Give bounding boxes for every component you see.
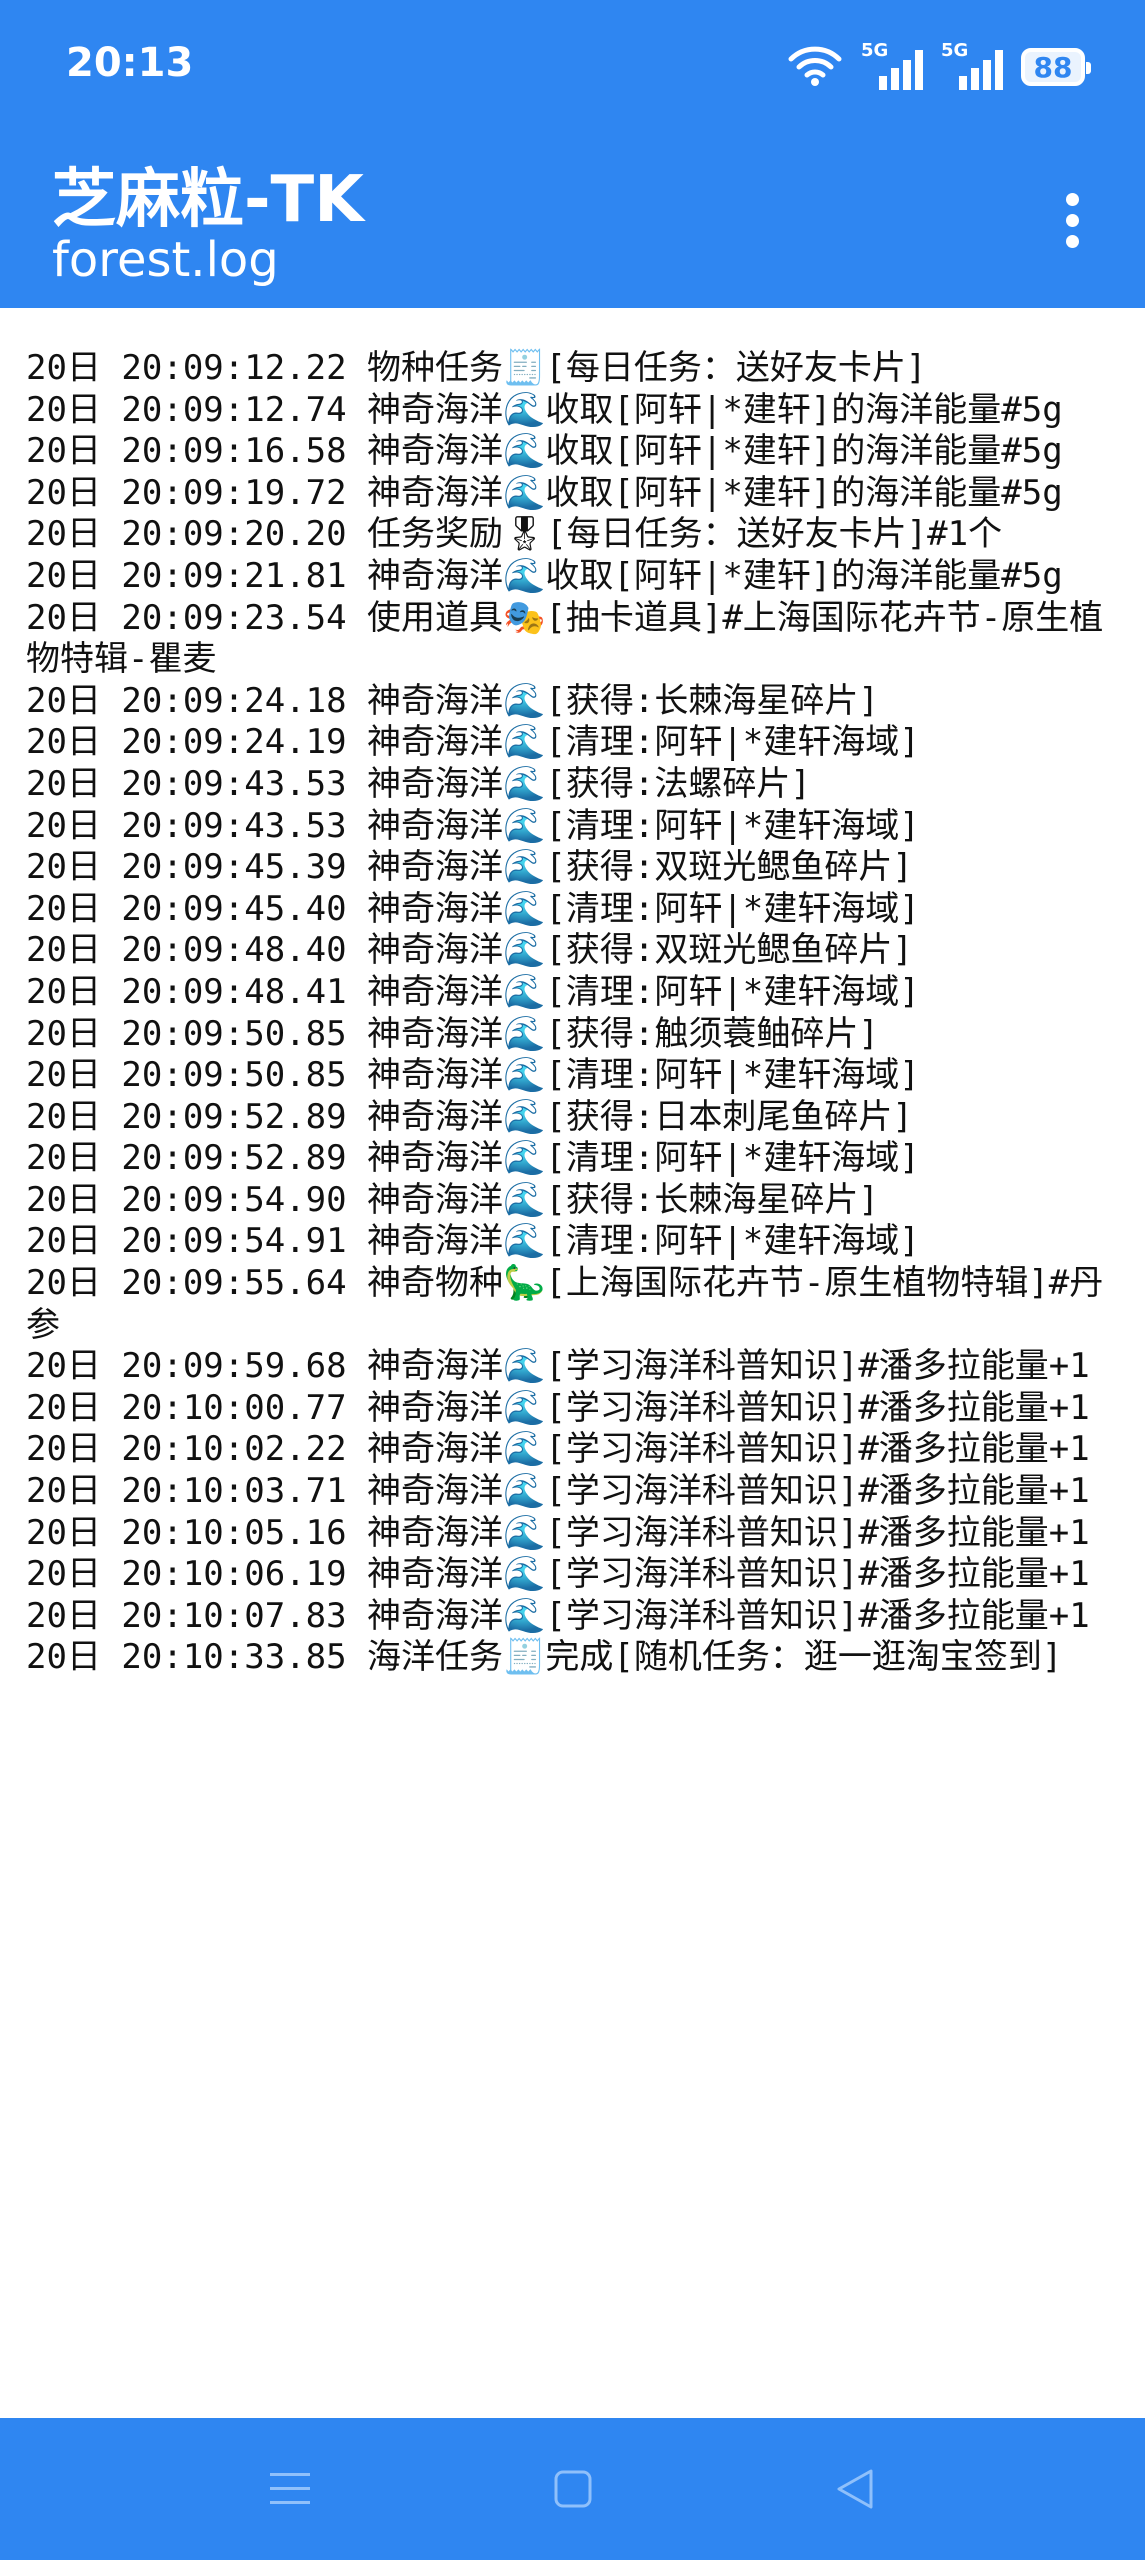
log-line: 20日 20:09:43.53 神奇海洋🌊[清理:阿轩|*建轩海域] — [26, 805, 920, 846]
log-line: 20日 20:10:07.83 神奇海洋🌊[学习海洋科普知识]#潘多拉能量+1 — [26, 1595, 1090, 1636]
signal-icon: 5G — [861, 40, 923, 90]
log-line: 20日 20:10:00.77 神奇海洋🌊[学习海洋科普知识]#潘多拉能量+1 — [26, 1387, 1090, 1428]
log-line: 20日 20:09:21.81 神奇海洋🌊收取[阿轩|*建轩]的海洋能量#5g — [26, 555, 1063, 596]
app-subtitle: forest.log — [52, 232, 279, 288]
log-line: 20日 20:09:48.41 神奇海洋🌊[清理:阿轩|*建轩海域] — [26, 971, 920, 1012]
log-line: 20日 20:09:59.68 神奇海洋🌊[学习海洋科普知识]#潘多拉能量+1 — [26, 1346, 1090, 1387]
log-line: 20日 20:09:48.40 神奇海洋🌊[获得:双斑光鳃鱼碎片] — [26, 930, 913, 971]
log-line: 20日 20:09:45.39 神奇海洋🌊[获得:双斑光鳃鱼碎片] — [26, 847, 913, 888]
app-header: 20:13 5G 5G 88 芝麻粒-TK forest.log — [0, 0, 1145, 308]
log-line: 20日 20:09:43.53 神奇海洋🌊[获得:法螺碎片] — [26, 763, 811, 804]
log-line: 20日 20:09:55.64 神奇物种🦕[上海国际花卉节-原生植物特辑]#丹参 — [26, 1263, 1104, 1345]
log-line: 20日 20:10:03.71 神奇海洋🌊[学习海洋科普知识]#潘多拉能量+1 — [26, 1471, 1090, 1512]
log-line: 20日 20:09:50.85 神奇海洋🌊[获得:触须蓑鲉碎片] — [26, 1013, 879, 1054]
log-line: 20日 20:10:02.22 神奇海洋🌊[学习海洋科普知识]#潘多拉能量+1 — [26, 1429, 1090, 1470]
battery-level: 88 — [1033, 50, 1073, 84]
status-icons: 5G 5G 88 — [787, 40, 1091, 92]
menu-icon[interactable] — [230, 2418, 350, 2560]
battery-icon: 88 — [1021, 48, 1091, 86]
log-line: 20日 20:09:24.18 神奇海洋🌊[获得:长棘海星碎片] — [26, 680, 879, 721]
log-line: 20日 20:09:12.22 物种任务🧾[每日任务：送好友卡片] — [26, 348, 927, 388]
log-line: 20日 20:09:23.54 使用道具🎭[抽卡道具]#上海国际花卉节-原生植物… — [26, 597, 1104, 680]
log-view[interactable]: 20日 20:09:12.22 物种任务🧾[每日任务：送好友卡片] 20日 20:… — [26, 348, 1122, 1679]
log-line: 20日 20:09:52.89 神奇海洋🌊[获得:日本刺尾鱼碎片] — [26, 1096, 913, 1137]
home-icon[interactable] — [513, 2418, 633, 2560]
log-line: 20日 20:09:54.91 神奇海洋🌊[清理:阿轩|*建轩海域] — [26, 1221, 920, 1262]
log-line: 20日 20:09:45.40 神奇海洋🌊[清理:阿轩|*建轩海域] — [26, 888, 920, 929]
log-line: 20日 20:09:12.74 神奇海洋🌊收取[阿轩|*建轩]的海洋能量#5g — [26, 389, 1063, 430]
more-vert-icon[interactable] — [1047, 180, 1097, 260]
status-time: 20:13 — [66, 40, 194, 86]
signal-icon: 5G — [941, 40, 1003, 90]
log-line: 20日 20:09:50.85 神奇海洋🌊[清理:阿轩|*建轩海域] — [26, 1055, 920, 1096]
app-title: 芝麻粒-TK — [52, 163, 364, 237]
log-line: 20日 20:09:52.89 神奇海洋🌊[清理:阿轩|*建轩海域] — [26, 1138, 920, 1179]
log-line: 20日 20:10:33.85 海洋任务🧾完成[随机任务：逛一逛淘宝签到] — [26, 1637, 1063, 1678]
navigation-bar — [0, 2418, 1145, 2560]
log-line: 20日 20:09:24.19 神奇海洋🌊[清理:阿轩|*建轩海域] — [26, 722, 920, 763]
wifi-icon — [787, 43, 843, 91]
log-line: 20日 20:09:54.90 神奇海洋🌊[获得:长棘海星碎片] — [26, 1179, 879, 1220]
log-line: 20日 20:10:05.16 神奇海洋🌊[学习海洋科普知识]#潘多拉能量+1 — [26, 1512, 1090, 1553]
log-line: 20日 20:09:20.20 任务奖励🎖[每日任务：送好友卡片]#1个 — [26, 514, 1003, 555]
log-line: 20日 20:09:19.72 神奇海洋🌊收取[阿轩|*建轩]的海洋能量#5g — [26, 472, 1063, 513]
log-line: 20日 20:09:16.58 神奇海洋🌊收取[阿轩|*建轩]的海洋能量#5g — [26, 431, 1063, 472]
log-line: 20日 20:10:06.19 神奇海洋🌊[学习海洋科普知识]#潘多拉能量+1 — [26, 1554, 1090, 1595]
back-icon[interactable] — [795, 2418, 915, 2560]
